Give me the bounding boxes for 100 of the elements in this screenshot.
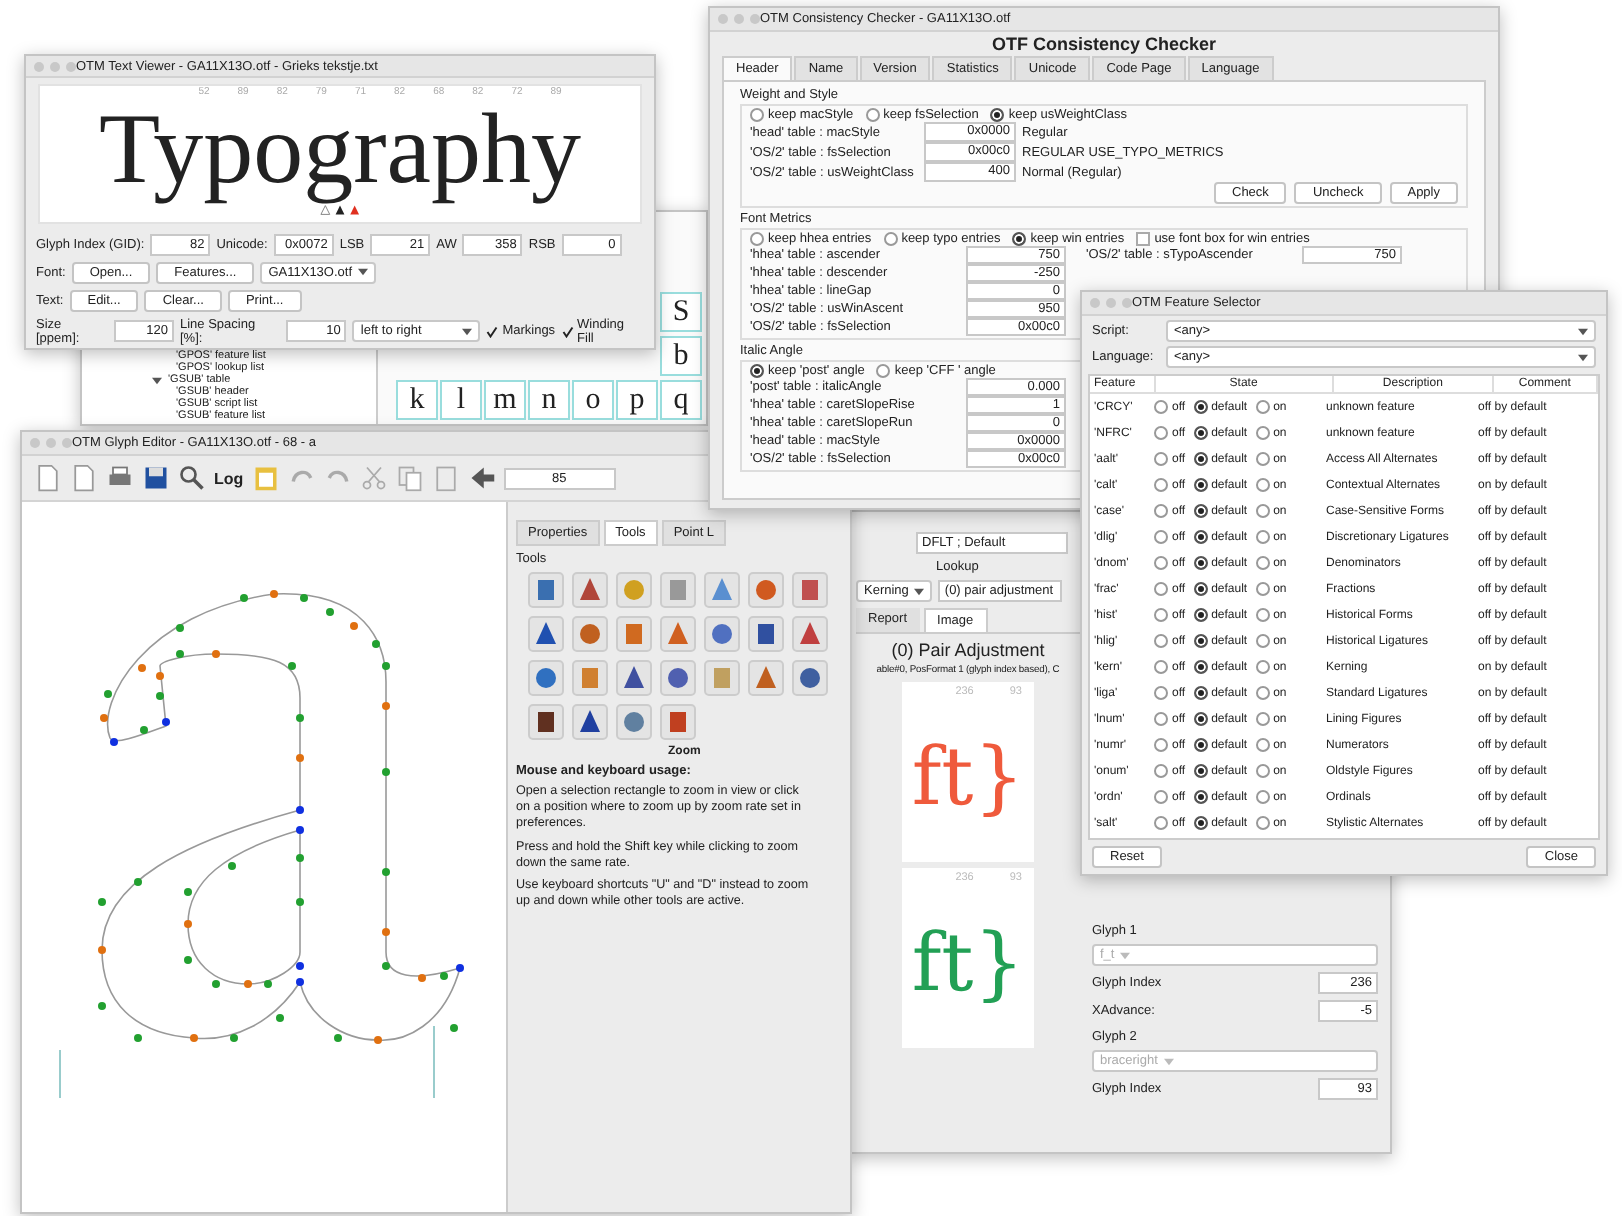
tool-icon[interactable]	[660, 660, 696, 696]
radio-button[interactable]	[865, 108, 880, 122]
radio-button[interactable]	[990, 108, 1005, 122]
radio-button[interactable]	[1154, 738, 1168, 752]
tool-icon[interactable]	[792, 572, 828, 608]
radio-button[interactable]	[1154, 764, 1168, 778]
radio-button[interactable]	[1255, 790, 1270, 804]
radio-button[interactable]	[1193, 634, 1208, 648]
tool-icon[interactable]	[572, 572, 608, 608]
radio-button[interactable]	[1255, 426, 1270, 440]
radio-button[interactable]	[1193, 530, 1208, 544]
save-icon[interactable]	[142, 464, 170, 492]
radio-button[interactable]	[1154, 478, 1168, 492]
radio-button[interactable]	[1255, 712, 1270, 726]
tool-icon[interactable]	[528, 660, 564, 696]
tool-icon[interactable]	[792, 660, 828, 696]
tool-icon[interactable]	[616, 660, 652, 696]
radio-button[interactable]	[1255, 582, 1270, 596]
radio-button[interactable]	[1154, 582, 1168, 596]
radio-button[interactable]	[1255, 738, 1270, 752]
radio-button[interactable]	[1154, 426, 1168, 440]
radio-button[interactable]	[1193, 582, 1208, 596]
cursor-markers-icon	[318, 204, 362, 217]
radio-button[interactable]	[1193, 400, 1208, 414]
radio-button[interactable]	[1255, 452, 1270, 466]
radio-button[interactable]	[1255, 530, 1270, 544]
tool-icon[interactable]	[528, 704, 564, 740]
radio-button[interactable]	[1193, 426, 1208, 440]
glyph-cell[interactable]: S	[660, 292, 702, 332]
tool-icon[interactable]	[572, 704, 608, 740]
glyph-cell[interactable]: p	[616, 380, 658, 420]
radio-button[interactable]	[1193, 478, 1208, 492]
radio-button[interactable]	[1193, 608, 1208, 622]
radio-button[interactable]	[1193, 556, 1208, 570]
radio-button[interactable]	[1154, 660, 1168, 674]
checkbox[interactable]	[1136, 232, 1151, 246]
scissors-icon[interactable]	[359, 464, 388, 492]
new-file-icon[interactable]	[70, 464, 98, 492]
radio-button[interactable]	[1255, 660, 1270, 674]
log-button[interactable]: Log	[214, 469, 244, 487]
radio-button[interactable]	[1193, 686, 1208, 700]
tool-icon[interactable]	[704, 616, 740, 652]
glyph-cell[interactable]: m	[484, 380, 526, 420]
glyph-cell[interactable]: b	[660, 336, 702, 376]
radio-button[interactable]	[1193, 504, 1208, 518]
radio-button[interactable]	[1255, 478, 1270, 492]
radio-button[interactable]	[883, 232, 898, 246]
radio-button[interactable]	[1193, 660, 1208, 674]
radio-button[interactable]	[1154, 686, 1168, 700]
radio-button[interactable]	[1154, 400, 1168, 414]
tool-icon[interactable]	[792, 616, 828, 652]
radio-button[interactable]	[1193, 816, 1208, 830]
left-arrow-icon[interactable]	[467, 464, 496, 492]
radio-button[interactable]	[1255, 400, 1270, 414]
radio-button[interactable]	[1154, 556, 1168, 570]
caret-icon	[462, 327, 473, 335]
radio-button[interactable]	[1255, 634, 1270, 648]
glyph-pair-sample: ft}	[911, 916, 1025, 1014]
radio-button[interactable]	[1154, 634, 1168, 648]
tool-icon[interactable]	[660, 704, 696, 740]
radio-button[interactable]	[1154, 790, 1168, 804]
tool-icon[interactable]	[748, 616, 784, 652]
clipboard-icon[interactable]	[251, 464, 280, 492]
radio-button[interactable]	[1154, 530, 1168, 544]
radio-button[interactable]	[1255, 556, 1270, 570]
copy-icon[interactable]	[395, 464, 424, 492]
glyph-cell[interactable]: o	[572, 380, 614, 420]
glyph-cell[interactable]: k	[396, 380, 438, 420]
radio-button[interactable]	[1255, 764, 1270, 778]
checkbox[interactable]	[561, 325, 574, 337]
radio-button[interactable]	[1255, 608, 1270, 622]
tool-icon[interactable]	[528, 616, 564, 652]
glyph-cell[interactable]: l	[440, 380, 482, 420]
radio-button[interactable]	[1193, 452, 1208, 466]
caret-icon	[1578, 353, 1588, 361]
tool-icon[interactable]	[528, 572, 564, 608]
radio-button[interactable]	[1154, 712, 1168, 726]
glyph-cell[interactable]: n	[528, 380, 570, 420]
radio-button[interactable]	[1154, 608, 1168, 622]
new-file-icon[interactable]	[34, 464, 62, 492]
radio-button[interactable]	[750, 364, 764, 378]
radio-button[interactable]	[1193, 712, 1208, 726]
glyph-cell[interactable]: q	[660, 380, 702, 420]
radio-button[interactable]	[1193, 790, 1208, 804]
radio-button[interactable]	[1255, 504, 1270, 518]
search-icon[interactable]	[178, 464, 206, 492]
radio-button[interactable]	[1255, 816, 1270, 830]
radio-button[interactable]	[1154, 504, 1168, 518]
radio-button[interactable]	[1012, 232, 1027, 246]
radio-button[interactable]	[1255, 686, 1270, 700]
radio-button[interactable]	[876, 364, 891, 378]
radio-button[interactable]	[1154, 816, 1168, 830]
radio-button[interactable]	[1154, 452, 1168, 466]
checkbox[interactable]	[486, 325, 499, 337]
radio-button[interactable]	[1193, 738, 1208, 752]
radio-button[interactable]	[750, 232, 764, 246]
expand-triangle-icon[interactable]	[152, 375, 162, 385]
radio-button[interactable]	[1193, 764, 1208, 778]
glyph-pair-sample: ft}	[911, 730, 1025, 828]
radio-button[interactable]	[750, 108, 764, 122]
